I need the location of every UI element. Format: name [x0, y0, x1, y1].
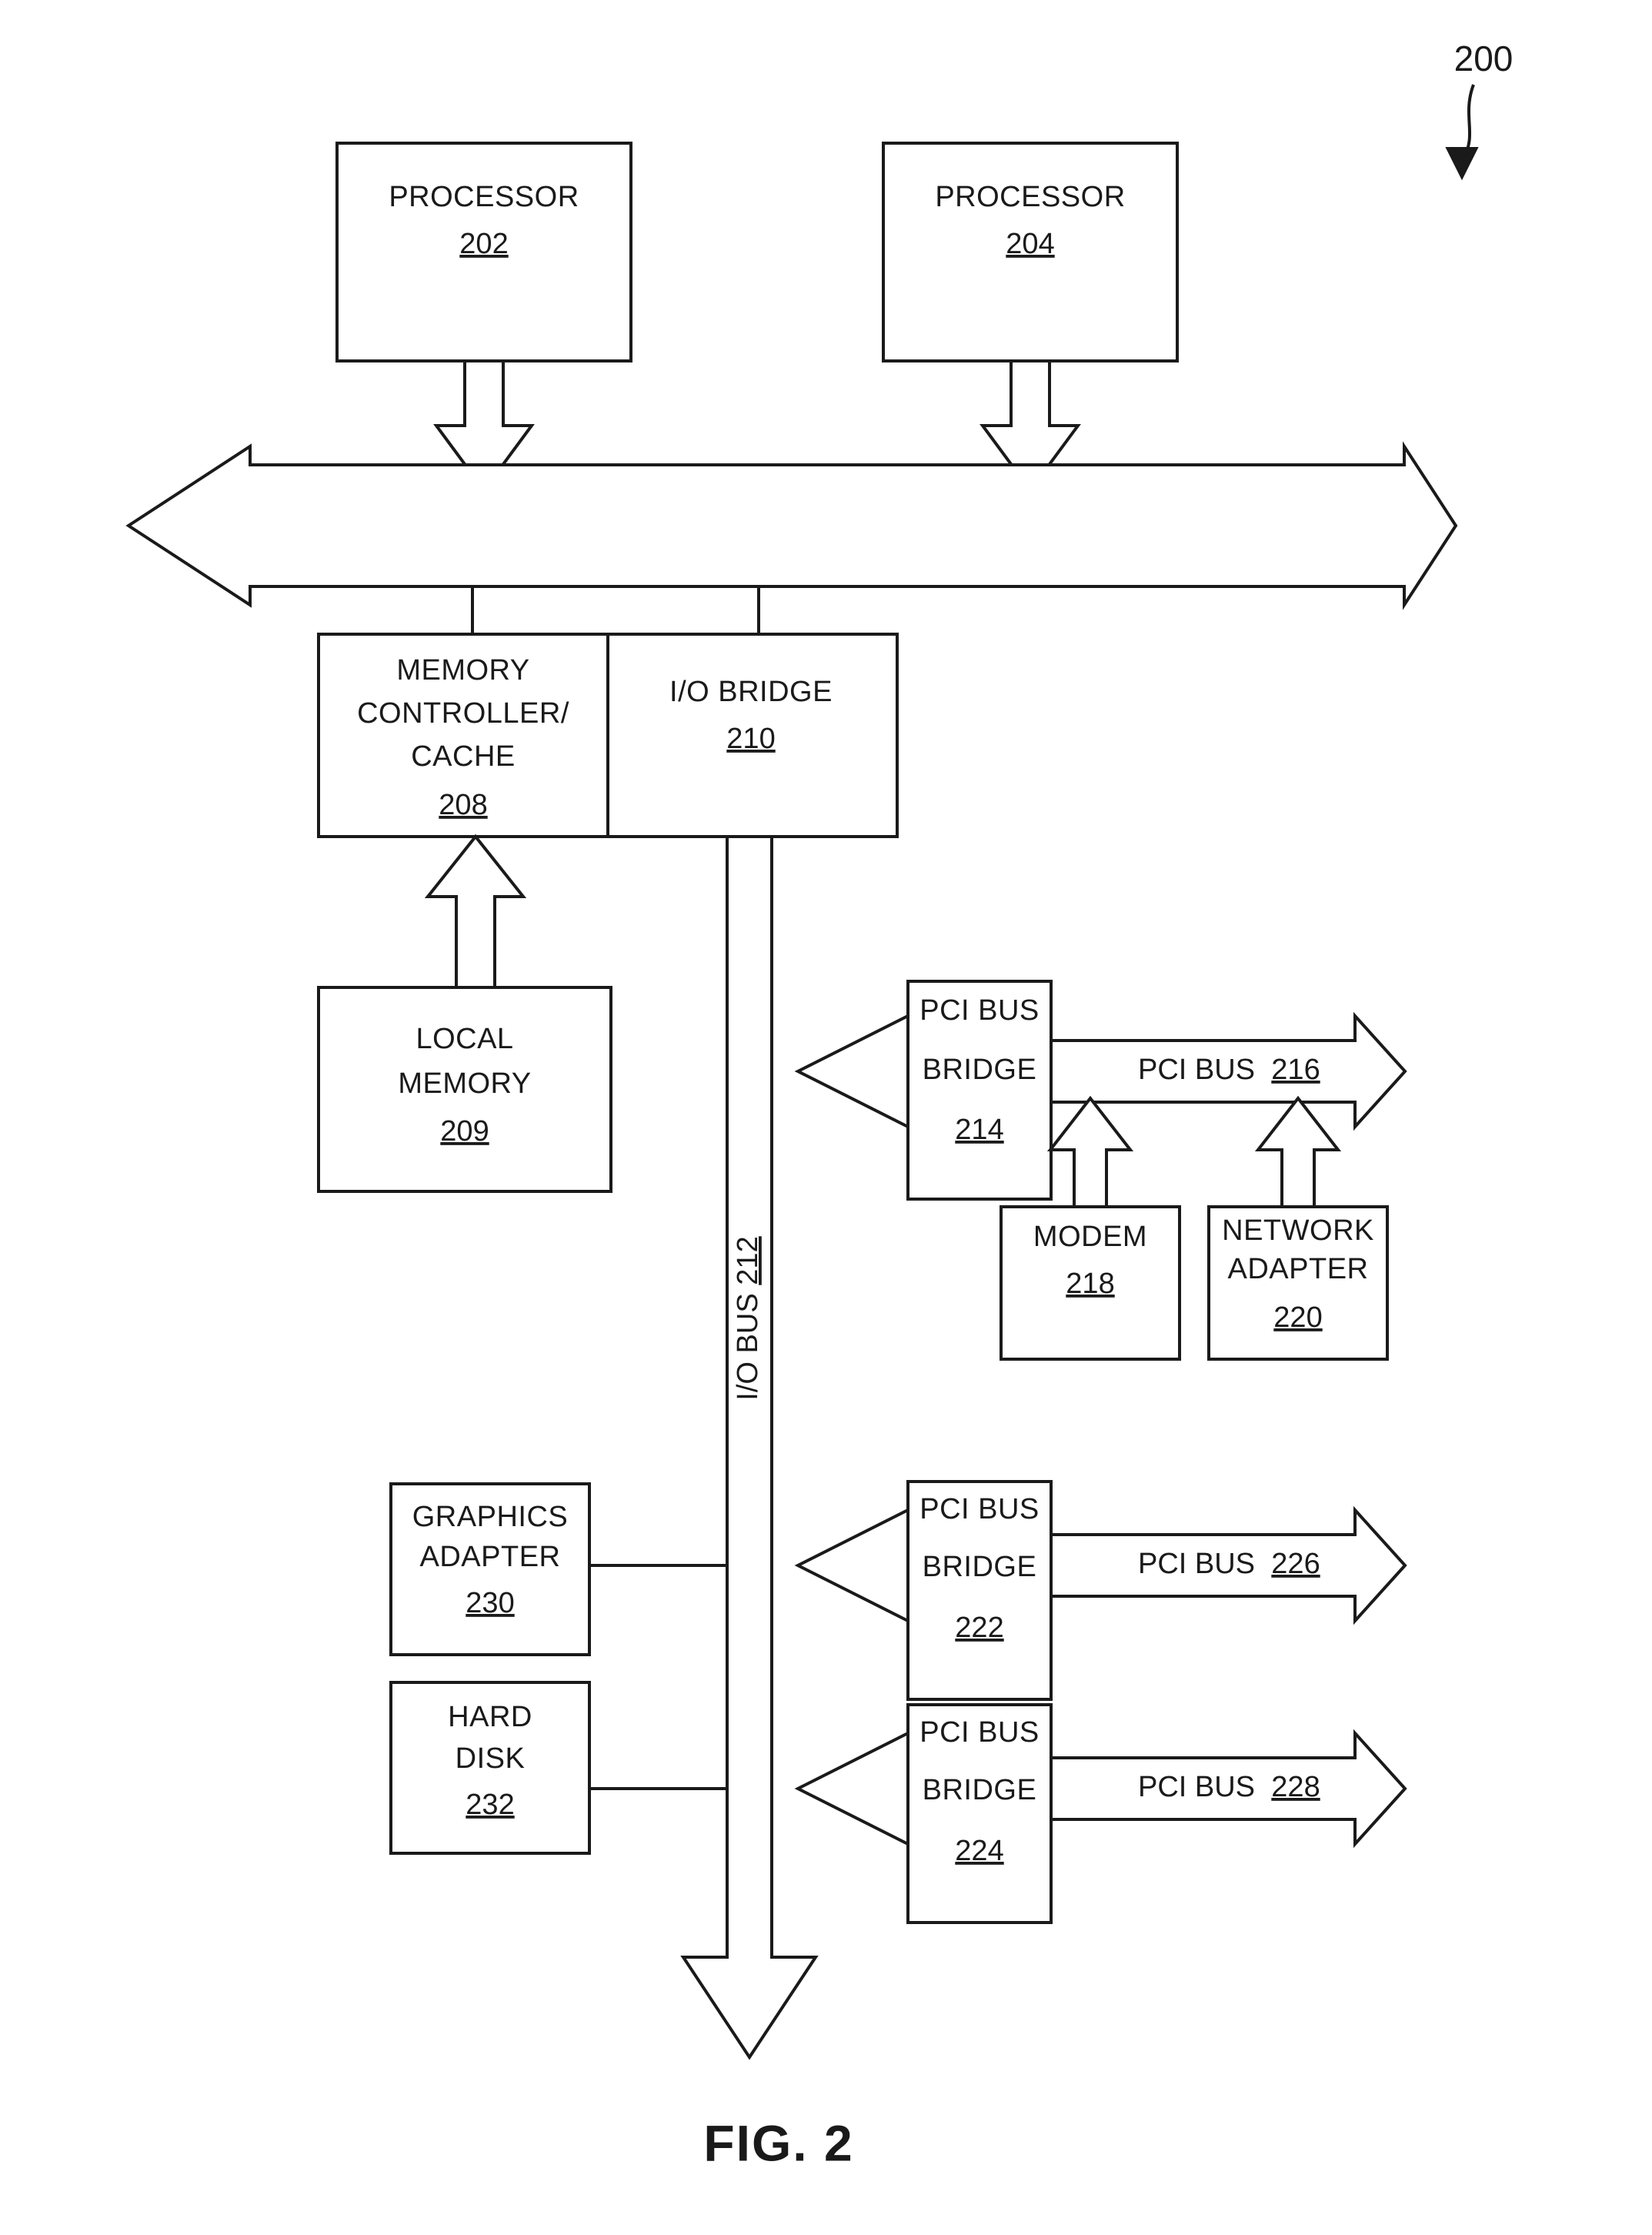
callout-leader-line	[1462, 84, 1475, 159]
graphics-adapter-ref: 230	[466, 1587, 514, 1619]
io-bus-212-arrow-icon	[680, 835, 819, 2060]
pci-bridge-224-label-line1: PCI BUS	[919, 1716, 1040, 1749]
pci-bridge-224-ref: 224	[955, 1835, 1003, 1867]
pci-bus-226-ref: 226	[1271, 1548, 1320, 1580]
processor-204-ref: 204	[1006, 228, 1054, 260]
network-adapter-ref: 220	[1273, 1301, 1322, 1334]
graphics-adapter-label-line2: ADAPTER	[420, 1541, 561, 1573]
figure-caption: FIG. 2	[703, 2114, 853, 2171]
patent-figure-200: 200 PROCESSOR 202 PROCESSOR 204 MEMORY C…	[0, 0, 1652, 2235]
hard-disk-ref: 232	[466, 1789, 514, 1821]
figure-callout-200: 200	[1454, 38, 1513, 79]
callout-arrowhead-icon	[1445, 147, 1479, 181]
network-adapter-to-pci-bus-arrow-icon	[1254, 1095, 1342, 1208]
modem-to-pci-bus-arrow-icon	[1046, 1095, 1134, 1208]
modem-label: MODEM	[1033, 1221, 1147, 1253]
hard-disk-label-line1: HARD	[448, 1701, 532, 1733]
pci-bridge-214-label-line2: BRIDGE	[923, 1054, 1037, 1086]
pci-bus-228-ref: 228	[1271, 1771, 1320, 1803]
pci-bridge-222-ref: 222	[955, 1612, 1003, 1644]
processor-202-ref: 202	[459, 228, 508, 260]
memory-controller-label-line3: CACHE	[411, 740, 516, 773]
io-bridge-label: I/O BRIDGE	[669, 676, 833, 708]
system-block-diagram: 200 PROCESSOR 202 PROCESSOR 204 MEMORY C…	[125, 38, 1513, 2171]
pci-bus-216-ref: 216	[1271, 1054, 1320, 1086]
memory-controller-ref: 208	[439, 789, 487, 821]
memory-controller-label-line2: CONTROLLER/	[357, 697, 569, 730]
hard-disk-label-line2: DISK	[456, 1742, 526, 1775]
pci-bridge-224-label-line2: BRIDGE	[923, 1774, 1037, 1806]
network-adapter-label-line2: ADAPTER	[1228, 1253, 1369, 1285]
memory-controller-label-line1: MEMORY	[396, 654, 529, 687]
local-memory-label-line1: LOCAL	[416, 1023, 513, 1055]
network-adapter-label-line1: NETWORK	[1222, 1214, 1374, 1247]
local-memory-to-controller-arrow-icon	[424, 834, 527, 989]
system-bus-arrow-icon	[125, 441, 1458, 610]
pci-bridge-214-label-line1: PCI BUS	[919, 994, 1040, 1027]
graphics-adapter-label-line1: GRAPHICS	[412, 1501, 568, 1533]
modem-ref: 218	[1066, 1268, 1114, 1300]
io-bridge-ref: 210	[726, 723, 775, 755]
pci-bridge-222-label-line1: PCI BUS	[919, 1493, 1040, 1525]
pci-bus-216-label: PCI BUS	[1138, 1054, 1255, 1086]
processor-204-label: PROCESSOR	[935, 181, 1125, 213]
pci-bus-226-label: PCI BUS	[1138, 1548, 1255, 1580]
processor-202-label: PROCESSOR	[389, 181, 579, 213]
io-bus-212-ref: 212	[732, 1236, 764, 1285]
io-bus-212-label: I/O BUS	[732, 1293, 764, 1400]
local-memory-ref: 209	[440, 1115, 489, 1148]
local-memory-label-line2: MEMORY	[398, 1067, 531, 1100]
pci-bridge-214-ref: 214	[955, 1114, 1003, 1146]
pci-bus-228-label: PCI BUS	[1138, 1771, 1255, 1803]
pci-bridge-222-label-line2: BRIDGE	[923, 1551, 1037, 1583]
